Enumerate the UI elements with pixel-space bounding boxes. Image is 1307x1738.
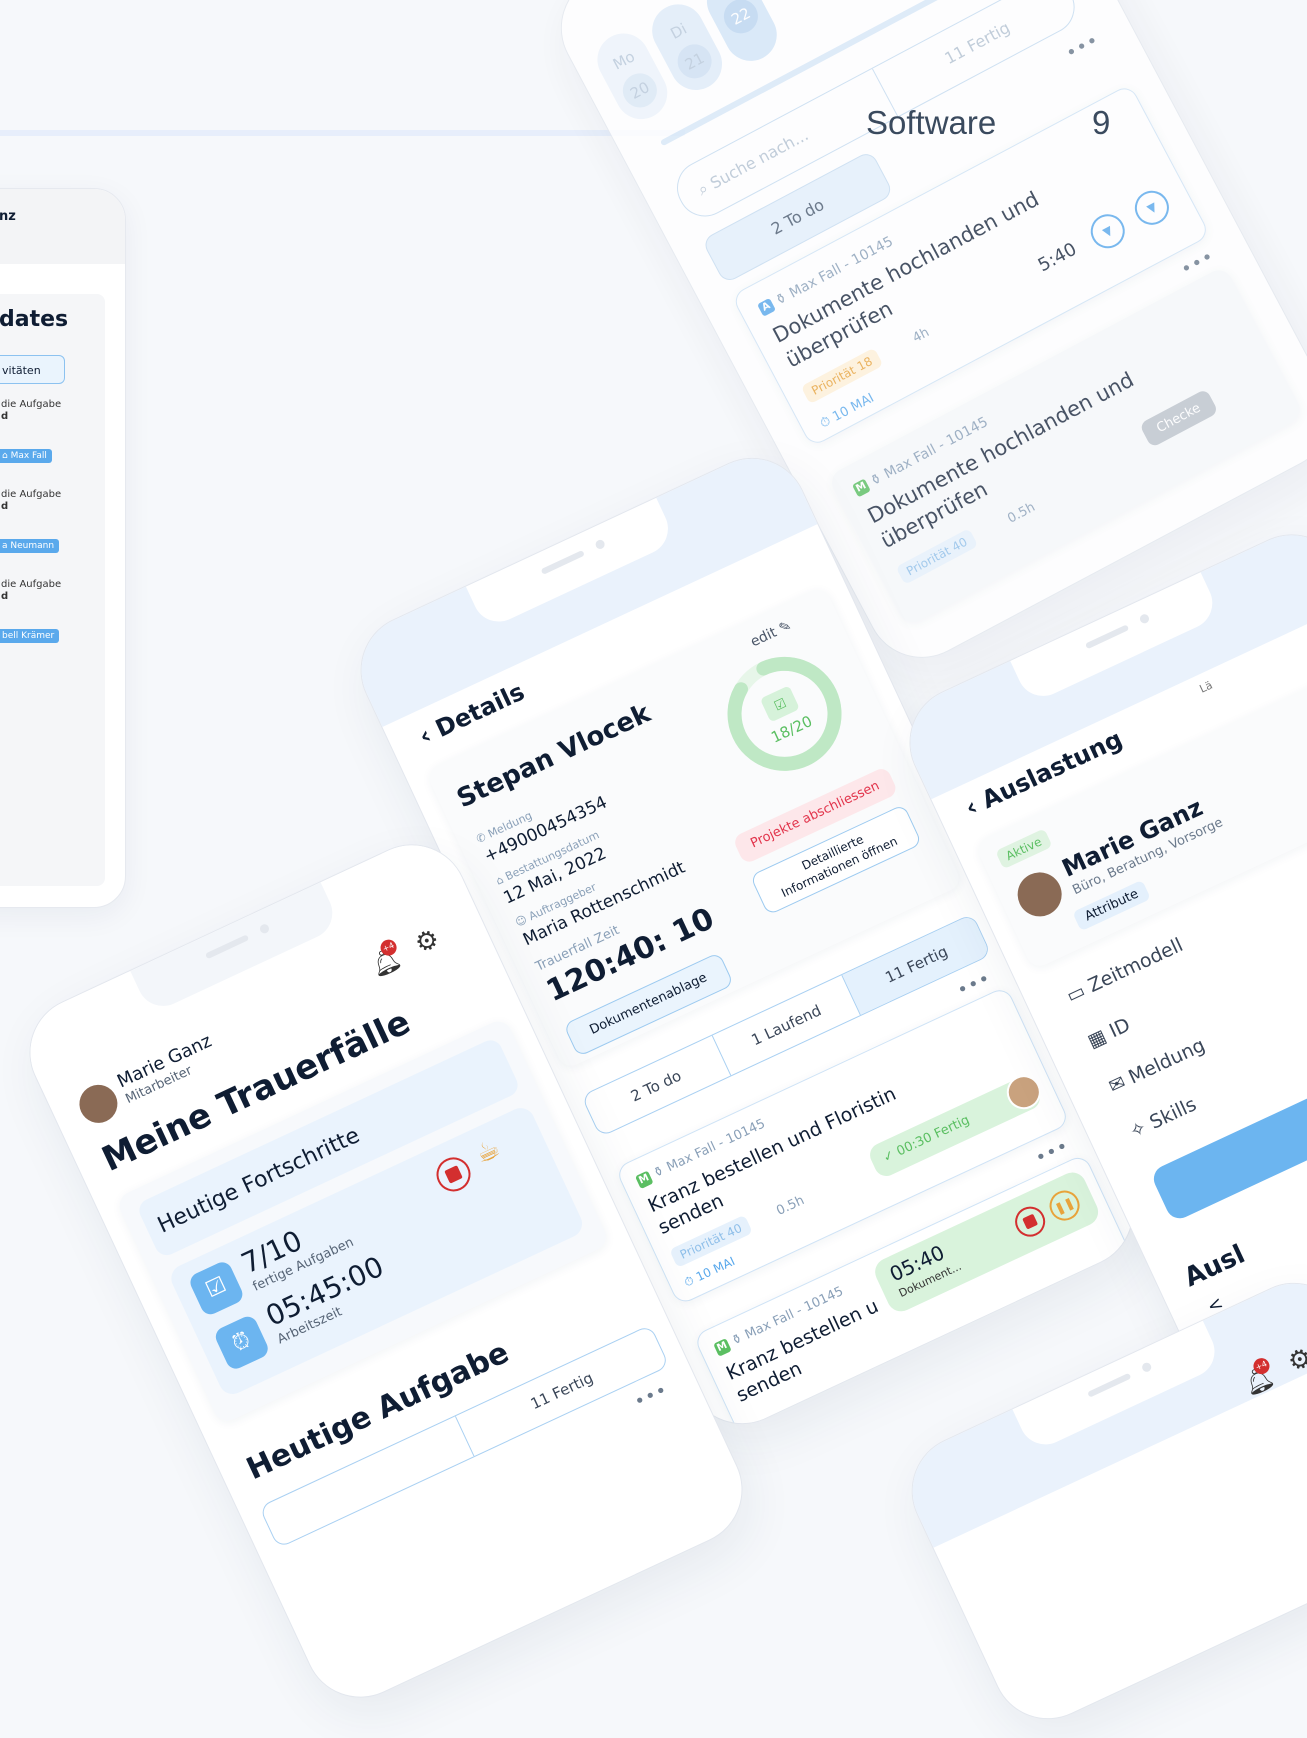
section-title: Ausl (1179, 1239, 1250, 1294)
pause-icon[interactable]: ❚❚ (1044, 1185, 1085, 1226)
priority-badge: A (757, 297, 777, 317)
activities-tab[interactable]: vitäten (0, 355, 65, 384)
priority-badge: M (634, 1170, 654, 1189)
page-number: 9 (1092, 104, 1111, 141)
activity-chip[interactable]: ⌂ Max Fall (0, 449, 52, 463)
menu-item-id[interactable]: ▦ ID (1084, 1014, 1133, 1053)
corner-label: Lä (1197, 678, 1215, 696)
gear-icon[interactable]: ⚙ (410, 923, 444, 960)
avatar (1010, 865, 1069, 924)
task-date: ⏱ 10 MAI (817, 390, 877, 432)
activity-text: die Aufgabe (1, 489, 62, 500)
status-badge: Checke (1138, 388, 1219, 449)
activity-text: d (1, 501, 9, 512)
tablet-topbar (0, 189, 125, 264)
divider-line (0, 130, 685, 136)
progress-ring: ☑ 18/20 (727, 656, 842, 771)
phone-home-bottom: 🔔︎ +4 ⚙ (893, 1264, 1307, 1738)
tablet-username: nz (0, 209, 16, 224)
activity-text: die Aufgabe (1, 399, 62, 410)
activity-text: d (1, 411, 9, 422)
tablet-screen: nz dates vitäten die Aufgabe d ⌂ Max Fal… (0, 188, 126, 908)
activity-chip[interactable]: a Neumann (0, 539, 60, 553)
activity-text: die Aufgabe (1, 579, 62, 590)
avatar (73, 1078, 124, 1130)
stop-icon[interactable] (1010, 1201, 1051, 1242)
play-icon[interactable]: ▼ (1128, 184, 1175, 231)
menu-item-meldung[interactable]: ✉ Meldung (1105, 1034, 1208, 1098)
task-title: Kranz bestellen und Floristin (644, 1082, 900, 1218)
priority-badge: M (712, 1337, 732, 1357)
updates-title: dates (0, 307, 69, 332)
more-icon[interactable]: ••• (631, 1379, 671, 1413)
task-timer: 5:40 (1034, 238, 1081, 277)
task-hours: 4h (910, 325, 932, 347)
more-icon[interactable]: ••• (1062, 29, 1103, 64)
menu-item-skills[interactable]: ✧ Skills (1126, 1093, 1199, 1143)
status-badge: Aktive (995, 828, 1053, 870)
priority-badge: M (851, 478, 871, 498)
case-icon: ⌂ (2, 451, 11, 461)
day-picker: Mo 20 Di 21 22 (588, 0, 786, 129)
activity-text: d (1, 591, 9, 602)
slide-caption: Software (866, 104, 997, 141)
play-icon[interactable]: ▼ (1084, 208, 1131, 255)
task-hours: 0.5h (1005, 499, 1038, 527)
task-hours: 0.5h (774, 1193, 807, 1219)
activity-chip[interactable]: bell Krämer (0, 629, 60, 643)
